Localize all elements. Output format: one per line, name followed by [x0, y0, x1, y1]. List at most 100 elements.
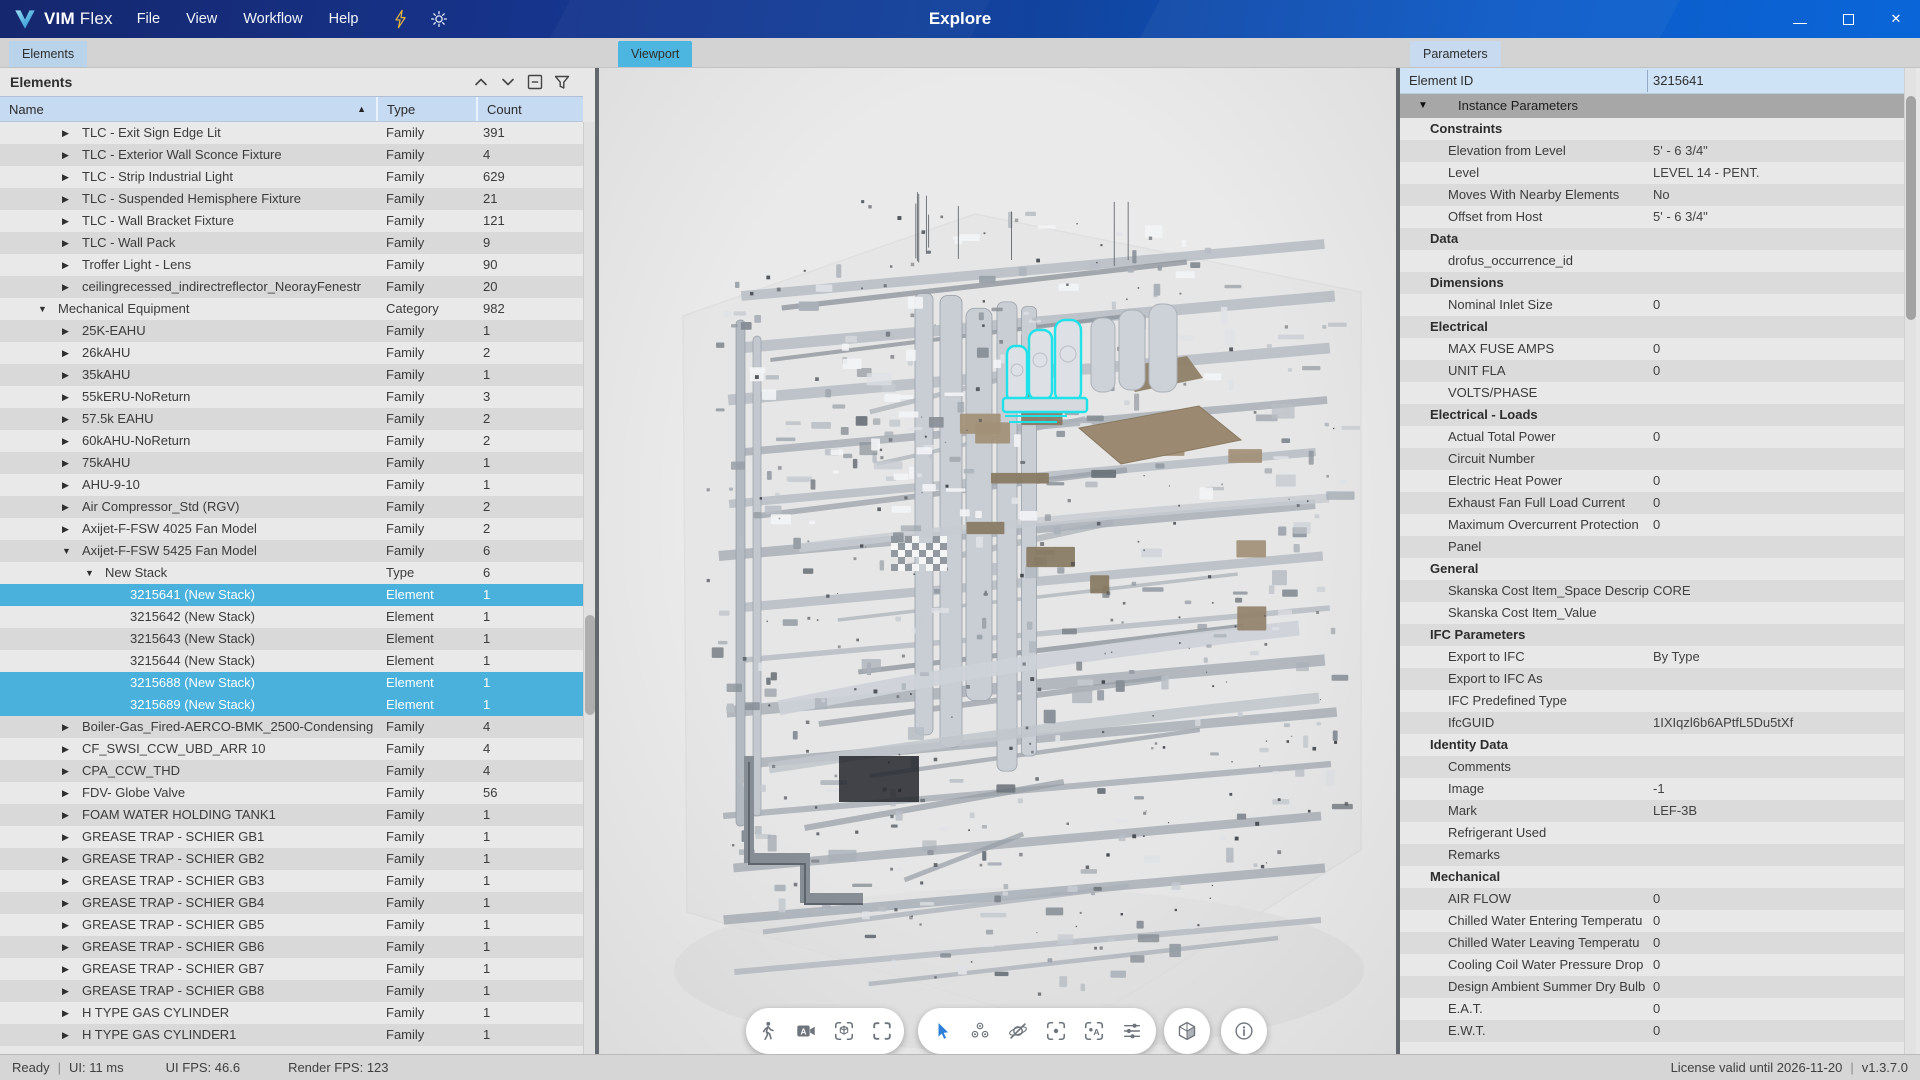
orbit-cube-icon[interactable] — [829, 1016, 859, 1046]
parameter-row[interactable]: Refrigerant Used — [1400, 822, 1904, 844]
tree-expand-icon[interactable]: ▶ — [62, 804, 80, 826]
tree-expand-icon[interactable]: ▼ — [38, 298, 56, 320]
parameter-row[interactable]: AIR FLOW0 — [1400, 888, 1904, 910]
tree-row[interactable]: ▶FDV- Globe ValveFamily56 — [0, 782, 583, 804]
tree-row[interactable]: ▶GREASE TRAP - SCHIER GB2Family1 — [0, 848, 583, 870]
tab-parameters[interactable]: Parameters — [1410, 41, 1501, 67]
tree-expand-icon[interactable]: ▶ — [62, 144, 80, 166]
no-orbit-icon[interactable] — [1003, 1016, 1033, 1046]
info-icon[interactable] — [1229, 1016, 1259, 1046]
parameter-row[interactable]: Skanska Cost Item_Space DescripCORE — [1400, 580, 1904, 602]
parameter-row[interactable]: Remarks — [1400, 844, 1904, 866]
tree-row[interactable]: ▶60kAHU-NoReturnFamily2 — [0, 430, 583, 452]
parameter-row[interactable]: Comments — [1400, 756, 1904, 778]
tree-row[interactable]: ▼Axijet-F-FSW 5425 Fan ModelFamily6 — [0, 540, 583, 562]
tree-row[interactable]: ▶GREASE TRAP - SCHIER GB6Family1 — [0, 936, 583, 958]
collapse-all-icon[interactable] — [524, 71, 546, 93]
parameter-section-row[interactable]: Dimensions — [1400, 272, 1904, 294]
lightning-bolt-icon[interactable] — [390, 8, 412, 30]
tree-expand-icon[interactable]: ▶ — [62, 496, 80, 518]
tree-expand-icon[interactable]: ▶ — [62, 408, 80, 430]
tree-row[interactable]: ▶CF_SWSI_CCW_UBD_ARR 10Family4 — [0, 738, 583, 760]
tree-row[interactable]: ▶TLC - Strip Industrial LightFamily629 — [0, 166, 583, 188]
maximize-button[interactable] — [1824, 0, 1872, 38]
parameter-row[interactable]: LevelLEVEL 14 - PENT. — [1400, 162, 1904, 184]
parameter-row[interactable]: Circuit Number — [1400, 448, 1904, 470]
scrollbar-thumb[interactable] — [585, 615, 595, 715]
tree-expand-icon[interactable]: ▶ — [62, 870, 80, 892]
filter-icon[interactable] — [551, 71, 573, 93]
tree-row[interactable]: ▶TLC - Exit Sign Edge LitFamily391 — [0, 122, 583, 144]
parameter-row[interactable]: drofus_occurrence_id — [1400, 250, 1904, 272]
tree-expand-icon[interactable]: ▶ — [62, 364, 80, 386]
tree-row[interactable]: ▶GREASE TRAP - SCHIER GB7Family1 — [0, 958, 583, 980]
tree-row[interactable]: ▶TLC - Wall Bracket FixtureFamily121 — [0, 210, 583, 232]
parameter-row[interactable]: Elevation from Level5' - 6 3/4" — [1400, 140, 1904, 162]
tree-row[interactable]: ▼New StackType6 — [0, 562, 583, 584]
tree-row[interactable]: ▼Mechanical EquipmentCategory982 — [0, 298, 583, 320]
tree-expand-icon[interactable]: ▶ — [62, 188, 80, 210]
tree-row[interactable]: ▶FOAM WATER HOLDING TANK1Family1 — [0, 804, 583, 826]
parameter-row[interactable]: Moves With Nearby ElementsNo — [1400, 184, 1904, 206]
viewport-3d[interactable]: A A — [599, 68, 1396, 1054]
tree-row[interactable]: ▶57.5k EAHUFamily2 — [0, 408, 583, 430]
column-header-type[interactable]: Type — [378, 97, 478, 121]
tree-expand-icon[interactable]: ▶ — [62, 1024, 80, 1046]
tree-row[interactable]: ▶75kAHUFamily1 — [0, 452, 583, 474]
parameter-row[interactable]: Chilled Water Leaving Temperatu0 — [1400, 932, 1904, 954]
tree-expand-icon[interactable]: ▶ — [62, 342, 80, 364]
column-header-count[interactable]: Count — [478, 97, 583, 121]
parameter-row[interactable]: Chilled Water Entering Temperatu0 — [1400, 910, 1904, 932]
parameter-row[interactable]: Skanska Cost Item_Value — [1400, 602, 1904, 624]
menu-help[interactable]: Help — [329, 11, 359, 27]
parameter-row[interactable]: Electric Heat Power0 — [1400, 470, 1904, 492]
frame-view-icon[interactable] — [867, 1016, 897, 1046]
parameter-row[interactable]: Cooling Coil Water Pressure Drop0 — [1400, 954, 1904, 976]
section-box-icon[interactable] — [1172, 1016, 1202, 1046]
tree-row[interactable]: ▶TLC - Wall PackFamily9 — [0, 232, 583, 254]
tree-expand-icon[interactable]: ▶ — [62, 782, 80, 804]
tree-expand-icon[interactable]: ▶ — [62, 430, 80, 452]
instance-parameters-group[interactable]: ▼ Instance Parameters — [1400, 94, 1904, 118]
select-tool-icon[interactable] — [927, 1016, 957, 1046]
tree-expand-icon[interactable]: ▶ — [62, 122, 80, 144]
parameter-section-row[interactable]: General — [1400, 558, 1904, 580]
parameters-scrollbar[interactable] — [1904, 68, 1916, 1054]
tree-row[interactable]: ▶Troffer Light - LensFamily90 — [0, 254, 583, 276]
focus-target-icon[interactable] — [1041, 1016, 1071, 1046]
tree-expand-icon[interactable]: ▶ — [62, 936, 80, 958]
parameter-section-row[interactable]: IFC Parameters — [1400, 624, 1904, 646]
tree-row[interactable]: ▶ceilingrecessed_indirectreflector_Neora… — [0, 276, 583, 298]
parameter-row[interactable]: IFC Predefined Type — [1400, 690, 1904, 712]
parameter-row[interactable]: Maximum Overcurrent Protection0 — [1400, 514, 1904, 536]
parameter-section-row[interactable]: Electrical — [1400, 316, 1904, 338]
scrollbar-thumb[interactable] — [1906, 96, 1916, 320]
elements-scrollbar[interactable] — [583, 122, 595, 1054]
tree-row[interactable]: ▶GREASE TRAP - SCHIER GB4Family1 — [0, 892, 583, 914]
tree-expand-icon[interactable]: ▶ — [62, 386, 80, 408]
chevron-up-icon[interactable] — [470, 71, 492, 93]
tree-expand-icon[interactable]: ▶ — [62, 474, 80, 496]
menu-file[interactable]: File — [137, 11, 160, 27]
parameter-row[interactable]: UNIT FLA0 — [1400, 360, 1904, 382]
parameter-row[interactable]: Nominal Inlet Size0 — [1400, 294, 1904, 316]
tree-row[interactable]: ▶26kAHUFamily2 — [0, 342, 583, 364]
tree-row[interactable]: ▶TLC - Exterior Wall Sconce FixtureFamil… — [0, 144, 583, 166]
tree-row[interactable]: ▶Axijet-F-FSW 4025 Fan ModelFamily2 — [0, 518, 583, 540]
parameter-section-row[interactable]: Electrical - Loads — [1400, 404, 1904, 426]
tree-row[interactable]: ▶TLC - Suspended Hemisphere FixtureFamil… — [0, 188, 583, 210]
tree-expand-icon[interactable]: ▶ — [62, 760, 80, 782]
tree-row[interactable]: ▶Boiler-Gas_Fired-AERCO-BMK_2500-Condens… — [0, 716, 583, 738]
tree-row[interactable]: ▶AHU-9-10Family1 — [0, 474, 583, 496]
tree-row[interactable]: 3215643 (New Stack)Element1 — [0, 628, 583, 650]
tree-expand-icon[interactable]: ▶ — [62, 232, 80, 254]
tree-row[interactable]: 3215644 (New Stack)Element1 — [0, 650, 583, 672]
tree-row[interactable]: ▶25K-EAHUFamily1 — [0, 320, 583, 342]
tree-expand-icon[interactable]: ▶ — [62, 738, 80, 760]
tree-row[interactable]: 3215641 (New Stack)Element1 — [0, 584, 583, 606]
tree-expand-icon[interactable]: ▼ — [85, 562, 103, 584]
frame-selection-icon[interactable]: A — [1079, 1016, 1109, 1046]
parameter-row[interactable]: Design Ambient Summer Dry Bulb0 — [1400, 976, 1904, 998]
tree-expand-icon[interactable]: ▶ — [62, 254, 80, 276]
parameter-row[interactable]: MarkLEF-3B — [1400, 800, 1904, 822]
